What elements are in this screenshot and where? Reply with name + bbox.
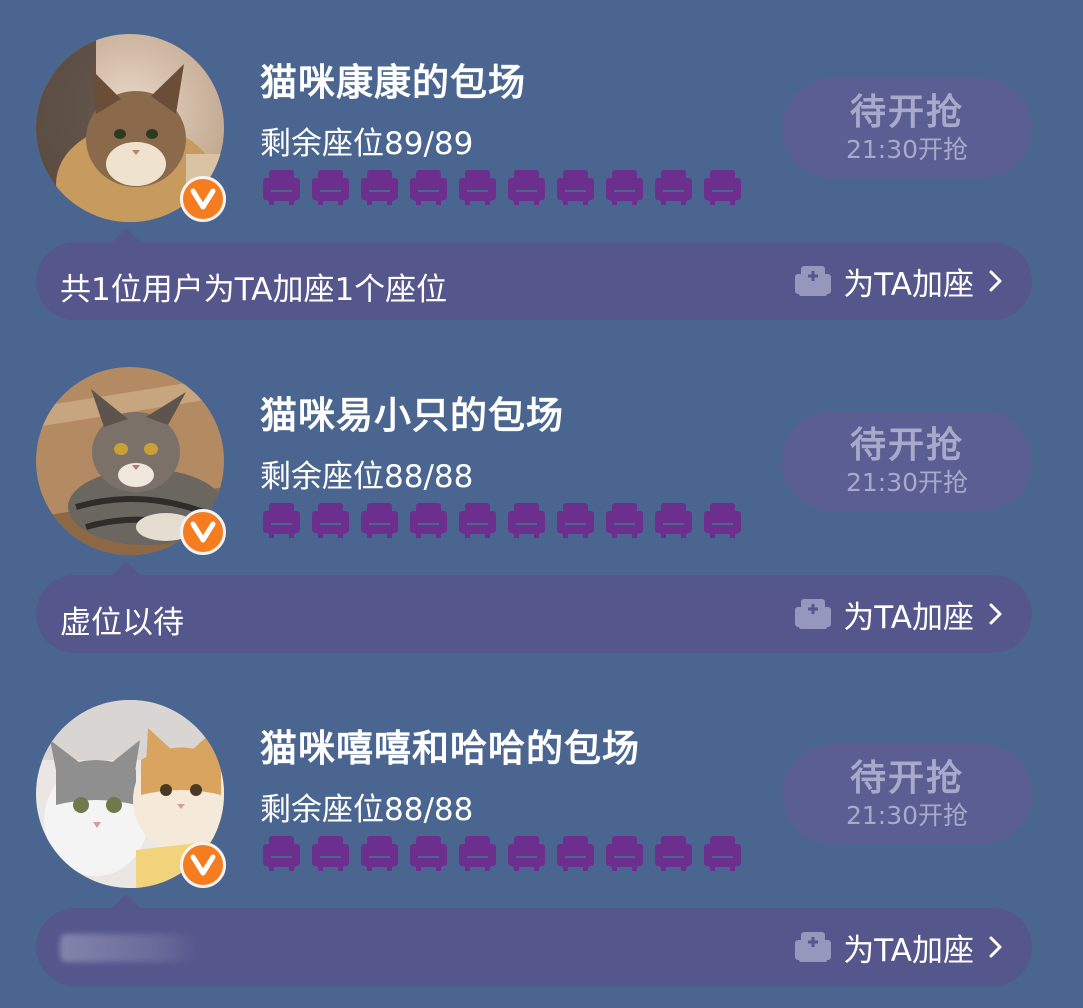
chevron-right-icon bbox=[989, 603, 1002, 625]
seat-icon bbox=[704, 170, 741, 205]
seat-icon bbox=[410, 170, 447, 205]
grab-button[interactable]: 待开抢 21:30开抢 bbox=[782, 744, 1032, 844]
info-text: 虚位以待 bbox=[60, 605, 184, 641]
room-list: 猫咪康康的包场 剩余座位89/89 待开抢 21:30开抢 共1位用户为TA加座… bbox=[0, 0, 1083, 1008]
seat-icon bbox=[361, 170, 398, 205]
seat-icon bbox=[606, 503, 643, 538]
seat-icon bbox=[410, 836, 447, 871]
seat-icon bbox=[557, 503, 594, 538]
seat-icon bbox=[459, 170, 496, 205]
seat-icon bbox=[557, 170, 594, 205]
seat-icon bbox=[557, 836, 594, 871]
grab-button[interactable]: 待开抢 21:30开抢 bbox=[782, 78, 1032, 178]
room-card: 猫咪康康的包场 剩余座位89/89 待开抢 21:30开抢 共1位用户为TA加座… bbox=[0, 0, 1083, 333]
room-title: 猫咪嘻嘻和哈哈的包场 bbox=[260, 727, 640, 770]
seat-icon bbox=[312, 836, 349, 871]
grab-button[interactable]: 待开抢 21:30开抢 bbox=[782, 411, 1032, 511]
grab-button-label: 待开抢 bbox=[849, 92, 964, 133]
seat-icon bbox=[606, 170, 643, 205]
seat-icon bbox=[312, 503, 349, 538]
verified-v-icon bbox=[180, 509, 226, 555]
seat-icon bbox=[655, 836, 692, 871]
avatar-wrap[interactable] bbox=[36, 34, 226, 222]
bubble-tail bbox=[112, 561, 140, 575]
room-card: 猫咪易小只的包场 剩余座位88/88 待开抢 21:30开抢 虚位以待 为TA加… bbox=[0, 333, 1083, 666]
seat-icon bbox=[655, 170, 692, 205]
blurred-text bbox=[60, 934, 200, 962]
room-title: 猫咪易小只的包场 bbox=[260, 394, 564, 437]
add-seat-icon bbox=[795, 266, 832, 296]
seat-icon bbox=[704, 503, 741, 538]
add-seat-link[interactable]: 为TA加座 bbox=[793, 593, 1004, 636]
seat-icon bbox=[361, 836, 398, 871]
verified-v-icon bbox=[180, 176, 226, 222]
add-seat-link[interactable]: 为TA加座 bbox=[793, 260, 1004, 303]
seat-icon bbox=[508, 503, 545, 538]
seats-remaining: 剩余座位88/88 bbox=[260, 792, 474, 828]
chevron-right-icon bbox=[989, 936, 1002, 958]
seat-icon bbox=[508, 170, 545, 205]
seat-icon bbox=[263, 836, 300, 871]
bubble-tail bbox=[112, 894, 140, 908]
add-seat-icon bbox=[795, 932, 832, 962]
seat-icon bbox=[410, 503, 447, 538]
grab-time: 21:30开抢 bbox=[845, 135, 969, 164]
info-bar[interactable]: 为TA加座 bbox=[36, 908, 1032, 986]
add-seat-label: 为TA加座 bbox=[843, 266, 974, 303]
bubble-tail bbox=[112, 228, 140, 242]
seats-remaining: 剩余座位89/89 bbox=[260, 126, 474, 162]
seat-icon bbox=[263, 503, 300, 538]
add-seat-label: 为TA加座 bbox=[843, 599, 974, 636]
seats-remaining: 剩余座位88/88 bbox=[260, 459, 474, 495]
info-bar[interactable]: 共1位用户为TA加座1个座位 为TA加座 bbox=[36, 242, 1032, 320]
seat-icon bbox=[655, 503, 692, 538]
avatar-wrap[interactable] bbox=[36, 700, 226, 888]
seat-icon bbox=[508, 836, 545, 871]
seat-icon bbox=[704, 836, 741, 871]
add-seat-icon bbox=[795, 599, 832, 629]
seat-icon bbox=[312, 170, 349, 205]
room-card: 猫咪嘻嘻和哈哈的包场 剩余座位88/88 待开抢 21:30开抢 为TA加座 bbox=[0, 666, 1083, 999]
seat-icons-row bbox=[262, 834, 742, 872]
room-title: 猫咪康康的包场 bbox=[260, 61, 526, 104]
grab-button-label: 待开抢 bbox=[849, 758, 964, 799]
seat-icon bbox=[459, 836, 496, 871]
seat-icon bbox=[606, 836, 643, 871]
grab-time: 21:30开抢 bbox=[845, 801, 969, 830]
info-text: 共1位用户为TA加座1个座位 bbox=[60, 272, 448, 308]
add-seat-label: 为TA加座 bbox=[843, 932, 974, 969]
seat-icon bbox=[263, 170, 300, 205]
avatar-wrap[interactable] bbox=[36, 367, 226, 555]
grab-time: 21:30开抢 bbox=[845, 468, 969, 497]
seat-icon bbox=[361, 503, 398, 538]
verified-v-icon bbox=[180, 842, 226, 888]
info-bar[interactable]: 虚位以待 为TA加座 bbox=[36, 575, 1032, 653]
add-seat-link[interactable]: 为TA加座 bbox=[793, 926, 1004, 969]
seat-icon bbox=[459, 503, 496, 538]
chevron-right-icon bbox=[989, 270, 1002, 292]
seat-icons-row bbox=[262, 501, 742, 539]
seat-icons-row bbox=[262, 168, 742, 206]
grab-button-label: 待开抢 bbox=[849, 425, 964, 466]
